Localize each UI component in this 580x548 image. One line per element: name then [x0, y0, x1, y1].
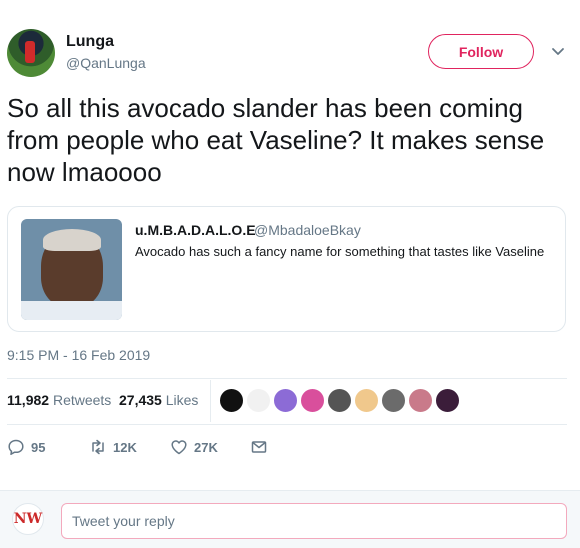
liker-avatar[interactable] [273, 388, 298, 413]
quoted-tweet-image [21, 219, 122, 320]
tweet-text: So all this avocado slander has been com… [7, 93, 545, 187]
reply-count: 95 [31, 439, 46, 455]
divider [210, 380, 211, 422]
retweet-button[interactable]: 12K [89, 438, 137, 456]
reply-input[interactable] [61, 503, 567, 539]
liker-avatar[interactable] [435, 388, 460, 413]
reply-button[interactable]: 95 [7, 438, 45, 456]
retweet-count: 12K [113, 439, 137, 455]
reply-bar: NW [0, 490, 580, 548]
liker-avatar[interactable] [246, 388, 271, 413]
tweet-timestamp[interactable]: 9:15 PM - 16 Feb 2019 [7, 347, 150, 363]
heart-icon [171, 440, 187, 455]
liker-avatar[interactable] [408, 388, 433, 413]
likes-count: 27,435 [119, 392, 162, 408]
retweet-icon [92, 439, 104, 455]
like-count: 27K [194, 439, 218, 455]
divider [7, 424, 567, 425]
author-display-name[interactable]: Lunga [66, 33, 114, 51]
author-handle[interactable]: @QanLunga [66, 55, 146, 71]
liker-avatar[interactable] [354, 388, 379, 413]
quoted-handle: @MbadaloeBkay [254, 222, 361, 238]
author-avatar[interactable] [7, 29, 55, 77]
likes-stat[interactable]: 27,435 Likes [119, 392, 198, 408]
likes-label: Likes [165, 392, 199, 408]
quoted-tweet[interactable]: u.M.B.A.D.A.L.O.E @MbadaloeBkay Avocado … [7, 206, 566, 332]
liker-avatar[interactable] [381, 388, 406, 413]
retweets-label: Retweets [52, 392, 112, 408]
liker-avatar[interactable] [300, 388, 325, 413]
like-button[interactable]: 27K [170, 438, 218, 456]
liker-avatar[interactable] [327, 388, 352, 413]
direct-message-button[interactable] [250, 438, 268, 456]
divider [7, 378, 567, 379]
retweets-count: 11,982 [7, 392, 50, 408]
quoted-display-name: u.M.B.A.D.A.L.O.E [135, 222, 256, 238]
follow-button[interactable]: Follow [428, 34, 534, 69]
tweet-header: Lunga @QanLunga Follow [0, 0, 580, 90]
liker-avatar[interactable] [219, 388, 244, 413]
retweets-stat[interactable]: 11,982 Retweets [7, 392, 111, 408]
chevron-down-icon[interactable] [549, 42, 567, 60]
reply-icon [8, 439, 24, 455]
current-user-avatar[interactable]: NW [12, 503, 44, 535]
envelope-icon [251, 441, 267, 453]
quoted-text: Avocado has such a fancy name for someth… [135, 244, 545, 259]
